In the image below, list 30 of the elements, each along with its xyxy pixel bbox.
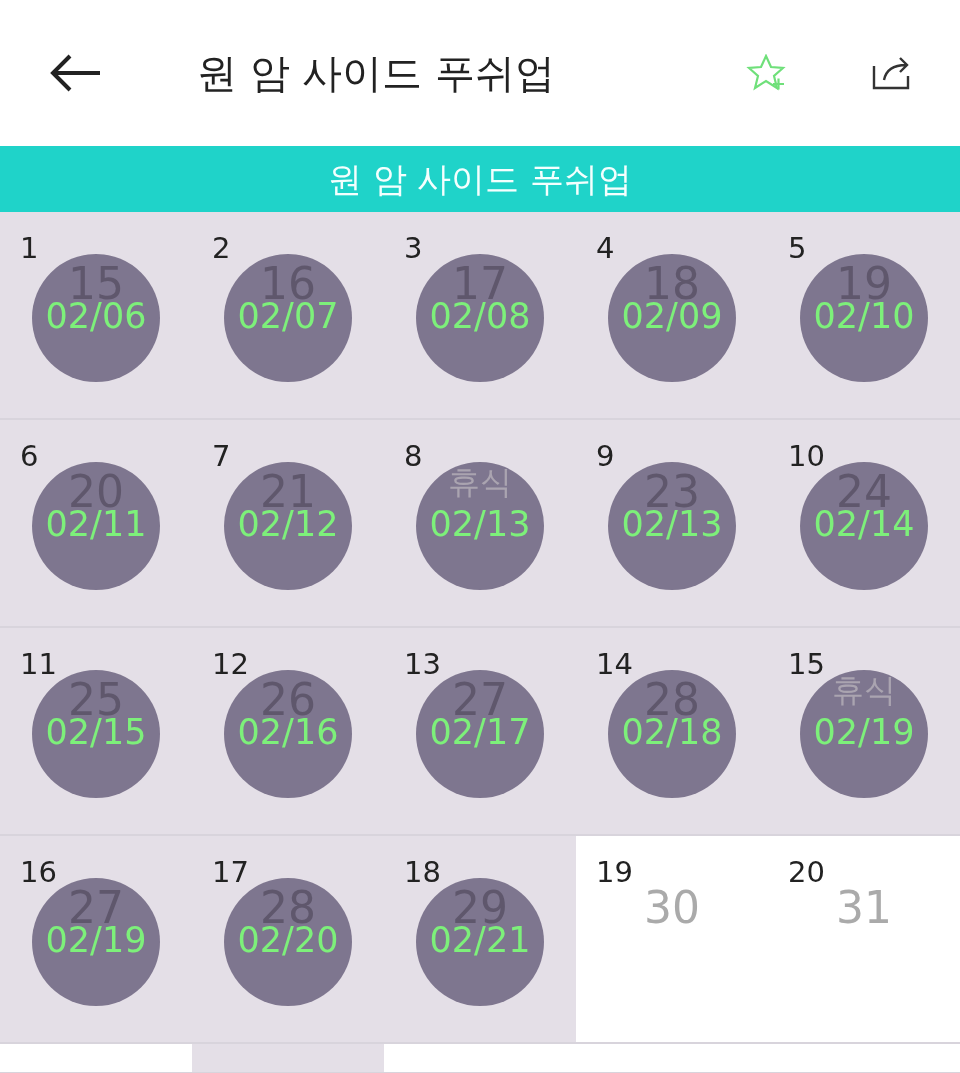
day-number: 4 [596,234,615,263]
day-number: 14 [596,650,633,679]
share-icon[interactable] [872,56,910,90]
day-number: 17 [212,858,249,887]
day-number: 16 [20,858,57,887]
day-number: 1 [20,234,39,263]
page-title: 원 암 사이드 푸쉬업 [197,49,556,98]
banner-title: 원 암 사이드 푸쉬업 [327,157,633,201]
day-number: 3 [404,234,423,263]
target-count: 31 [836,886,892,930]
star-plus-icon[interactable] [746,54,786,92]
day-number: 13 [404,650,441,679]
target-count: 30 [644,886,700,930]
day-number: 7 [212,442,231,471]
day-number: 8 [404,442,423,471]
day-number: 15 [788,650,825,679]
day-number: 6 [20,442,39,471]
day-number: 10 [788,442,825,471]
day-number: 20 [788,858,825,887]
back-arrow-icon[interactable] [50,54,102,92]
day-number: 12 [212,650,249,679]
completion-date: 02/13 [429,507,531,542]
day-number: 11 [20,650,57,679]
completion-date: 02/19 [813,715,915,750]
calendar-day-cell[interactable] [192,1044,384,1073]
day-number: 9 [596,442,615,471]
day-number: 19 [596,858,633,887]
day-number: 5 [788,234,807,263]
day-number: 18 [404,858,441,887]
day-number: 2 [212,234,231,263]
